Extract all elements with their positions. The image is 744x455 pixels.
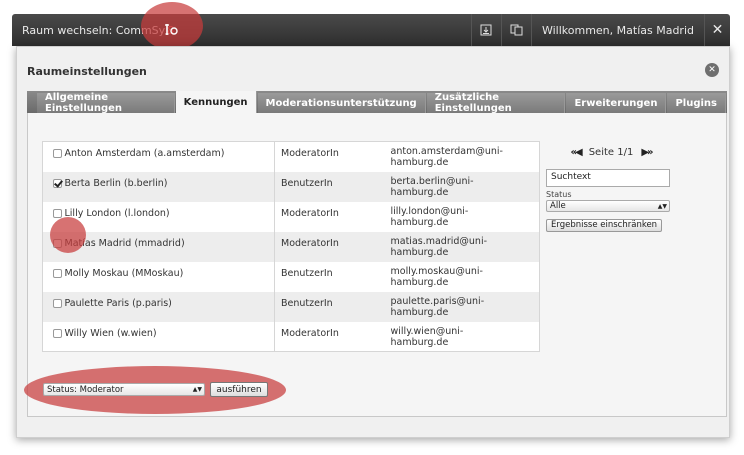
member-name: Molly Moskau (MMoskau) xyxy=(64,267,184,279)
member-name: Berta Berlin (b.berlin) xyxy=(64,171,275,202)
panel-title: Raumeinstellungen xyxy=(27,65,147,78)
status-filter-label: Status xyxy=(546,190,572,199)
member-email: matias.madrid@uni-hamburg.de xyxy=(384,231,540,262)
member-email-line1: anton.amsterdam@uni- xyxy=(390,146,503,157)
member-checkbox[interactable] xyxy=(53,208,62,218)
execute-button[interactable]: ausführen xyxy=(210,382,268,397)
member-checkbox[interactable] xyxy=(53,178,62,188)
member-email-line1: berta.berlin@uni- xyxy=(390,175,474,187)
tab-erweiterungen[interactable]: Erweiterungen xyxy=(566,93,667,113)
bulk-action-value: Status: Moderator xyxy=(47,384,124,395)
member-email: lilly.london@uni-hamburg.de xyxy=(385,202,540,232)
table-row: Anton Amsterdam (a.amsterdam) ModeratorI… xyxy=(43,141,540,172)
highlight-checkbox xyxy=(50,217,86,253)
search-input[interactable]: Suchtext xyxy=(546,169,670,187)
tab-kennungen[interactable]: Kennungen xyxy=(175,91,257,113)
tab-plugins[interactable]: Plugins xyxy=(667,93,726,113)
member-name: Matías Madrid (mmadrid) xyxy=(64,231,275,262)
filter-submit-button[interactable]: Ergebnisse einschränken xyxy=(546,218,663,232)
table-row: Molly Moskau (MMoskau) BenutzerIn molly.… xyxy=(43,261,540,292)
member-checkbox[interactable] xyxy=(53,298,62,308)
member-email-line2: hamburg.de xyxy=(390,336,449,348)
member-name: Anton Amsterdam (a.amsterdam) xyxy=(64,148,225,159)
tab-moderationsunterstuetzung[interactable]: Moderationsunterstützung xyxy=(257,93,426,113)
welcome-user[interactable]: Willkommen, Matías Madrid xyxy=(530,14,704,46)
member-name: Paulette Paris (p.paris) xyxy=(64,291,275,322)
select-arrows-icon: ▲▼ xyxy=(657,202,667,210)
member-email-line1: molly.moskau@uni- xyxy=(390,265,483,277)
member-email-line1: willy.wien@uni- xyxy=(390,325,464,337)
top-bar: Raum wechseln: CommSy 8 Willkommen, Matí… xyxy=(12,14,730,46)
next-page-icon[interactable]: ▶» xyxy=(641,147,653,158)
member-email: molly.moskau@uni-hamburg.de xyxy=(385,262,540,292)
page-indicator: Seite 1/1 xyxy=(588,146,634,158)
member-email-line2: hamburg.de xyxy=(390,276,449,288)
member-email: berta.berlin@uni-hamburg.de xyxy=(384,171,540,202)
member-checkbox[interactable] xyxy=(53,328,62,338)
member-email: anton.amsterdam@uni-hamburg.de xyxy=(385,142,540,172)
member-name: Lilly London (l.london) xyxy=(64,207,170,219)
member-email-line2: hamburg.de xyxy=(390,306,449,318)
select-arrows-icon: ▲▼ xyxy=(192,386,202,393)
bulk-action-select[interactable]: Status: Moderator ▲▼ xyxy=(43,383,205,396)
member-role: ModeratorIn xyxy=(274,201,385,232)
table-row: Paulette Paris (p.paris) BenutzerIn paul… xyxy=(42,291,540,322)
settings-tabs: Allgemeine Einstellungen Kennungen Moder… xyxy=(27,91,727,114)
member-email-line2: hamburg.de xyxy=(390,216,449,228)
member-table: Anton Amsterdam (a.amsterdam) ModeratorI… xyxy=(42,141,540,352)
panel-close-icon[interactable]: ✕ xyxy=(705,63,719,77)
settings-tool-icon[interactable] xyxy=(161,20,181,40)
member-email-line2: hamburg.de xyxy=(390,157,449,168)
member-role: BenutzerIn xyxy=(274,261,385,292)
table-row: Matías Madrid (mmadrid) ModeratorIn mati… xyxy=(42,231,540,262)
member-email: paulette.paris@uni-hamburg.de xyxy=(384,291,540,322)
status-filter-value: Alle xyxy=(550,201,566,211)
member-role: ModeratorIn xyxy=(274,231,385,262)
member-name: Willy Wien (w.wien) xyxy=(64,327,157,339)
pager: «◀ Seite 1/1 ▶» xyxy=(546,141,676,163)
member-email: willy.wien@uni-hamburg.de xyxy=(385,322,540,352)
member-role: BenutzerIn xyxy=(274,171,385,202)
member-email-line1: matias.madrid@uni- xyxy=(390,235,488,247)
filter-sidebar: «◀ Seite 1/1 ▶» Suchtext Status Alle ▲▼ … xyxy=(546,141,676,232)
table-row: Lilly London (l.london) ModeratorIn lill… xyxy=(43,201,540,232)
member-role: BenutzerIn xyxy=(274,291,385,322)
member-email-line2: hamburg.de xyxy=(390,246,449,258)
member-checkbox[interactable] xyxy=(53,149,62,158)
close-bar-icon[interactable]: ✕ xyxy=(704,14,730,46)
table-row: Willy Wien (w.wien) ModeratorIn willy.wi… xyxy=(43,321,540,352)
member-email-line1: paulette.paris@uni- xyxy=(390,295,485,307)
member-role: ModeratorIn xyxy=(274,321,385,352)
member-email-line1: lilly.london@uni- xyxy=(390,205,469,217)
tab-zusaetzliche-einstellungen[interactable]: Zusätzliche Einstellungen xyxy=(426,92,566,114)
status-filter-select[interactable]: Alle ▲▼ xyxy=(546,200,670,212)
export-icon[interactable] xyxy=(470,14,501,46)
member-checkbox[interactable] xyxy=(53,268,62,278)
member-email-line2: hamburg.de xyxy=(390,186,449,198)
clipboard-icon[interactable] xyxy=(500,14,531,46)
tab-allgemeine-einstellungen[interactable]: Allgemeine Einstellungen xyxy=(37,92,175,114)
table-row: Berta Berlin (b.berlin) BenutzerIn berta… xyxy=(42,171,540,202)
member-role: ModeratorIn xyxy=(274,141,385,172)
prev-page-icon[interactable]: «◀ xyxy=(571,147,583,158)
